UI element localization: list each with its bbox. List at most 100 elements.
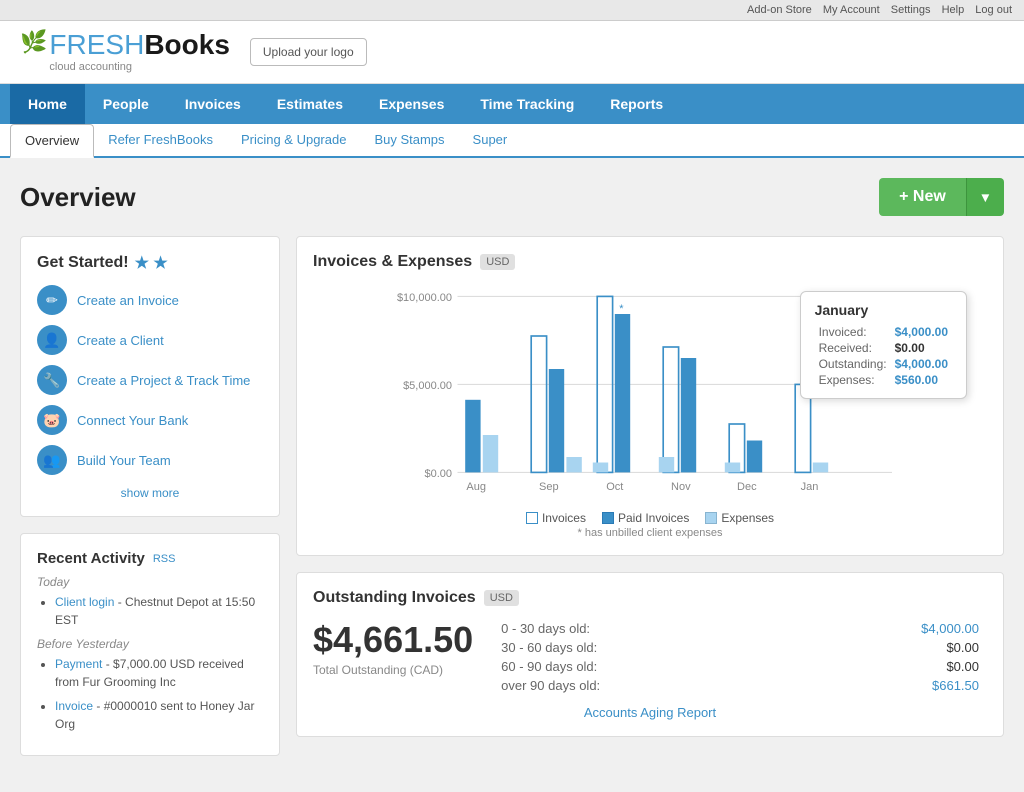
nav-estimates[interactable]: Estimates (259, 84, 361, 124)
breakdown-row-60-90: 60 - 90 days old: $0.00 (493, 657, 987, 676)
today-label: Today (37, 575, 263, 589)
logo: 🌿 FRESHBooks cloud accounting (20, 31, 230, 73)
right-column: Invoices & Expenses USD $10,000.00 $5,00… (296, 236, 1004, 772)
breakdown-label: 30 - 60 days old: (493, 638, 794, 657)
subnav-super[interactable]: Super (459, 124, 522, 156)
content-area: Overview + New ▼ Get Started! ★ ★ ✏ Crea… (0, 158, 1024, 792)
breakdown-row-0-30: 0 - 30 days old: $4,000.00 (493, 619, 987, 638)
new-button[interactable]: + New (879, 178, 966, 216)
nav-invoices[interactable]: Invoices (167, 84, 259, 124)
svg-text:Jan: Jan (801, 481, 819, 493)
svg-text:$5,000.00: $5,000.00 (403, 380, 452, 392)
stars-icon: ★ ★ (135, 253, 168, 273)
activity-item: Payment - $7,000.00 USD received from Fu… (55, 655, 263, 691)
new-dropdown-button[interactable]: ▼ (966, 178, 1004, 216)
subnav-pricing[interactable]: Pricing & Upgrade (227, 124, 361, 156)
paid-invoices-legend-box (602, 512, 614, 524)
breakdown-value-link[interactable]: $4,000.00 (794, 619, 987, 638)
tooltip-invoiced-value: $4,000.00 (891, 324, 952, 340)
logo-subtitle: cloud accounting (49, 61, 229, 73)
activity-item: Invoice - #0000010 sent to Honey Jar Org (55, 697, 263, 733)
recent-activity-heading: Recent Activity RSS (37, 550, 263, 567)
outstanding-invoices-card: Outstanding Invoices USD $4,661.50 Total… (296, 572, 1004, 737)
rss-link[interactable]: RSS (153, 553, 176, 565)
outstanding-total-label: Total Outstanding (CAD) (313, 663, 473, 677)
create-project-link[interactable]: Create a Project & Track Time (77, 373, 250, 388)
bar-chart-area: $10,000.00 $5,000.00 $0.00 (313, 281, 987, 501)
accounts-aging-report-link[interactable]: Accounts Aging Report (313, 705, 987, 720)
nav-home[interactable]: Home (10, 84, 85, 124)
subnav-refer[interactable]: Refer FreshBooks (94, 124, 227, 156)
create-client-link[interactable]: Create a Client (77, 333, 164, 348)
outstanding-amount: $4,661.50 (313, 619, 473, 661)
logo-fresh: FRESH (49, 29, 144, 60)
tooltip-outstanding-label: Outstanding: (815, 356, 891, 372)
before-yesterday-label: Before Yesterday (37, 637, 263, 651)
team-icon: 👥 (37, 445, 67, 475)
upload-logo-button[interactable]: Upload your logo (250, 38, 367, 66)
nav-time-tracking[interactable]: Time Tracking (462, 84, 592, 124)
legend-paid-invoices: Paid Invoices (602, 511, 689, 525)
svg-text:Nov: Nov (671, 481, 691, 493)
logo-books: Books (144, 29, 230, 60)
help-link[interactable]: Help (942, 4, 965, 16)
svg-text:$0.00: $0.00 (424, 468, 452, 480)
nav-reports[interactable]: Reports (592, 84, 681, 124)
invoice-link[interactable]: Invoice (55, 699, 93, 713)
outstanding-layout: $4,661.50 Total Outstanding (CAD) 0 - 30… (313, 619, 987, 695)
header: 🌿 FRESHBooks cloud accounting Upload you… (0, 21, 1024, 84)
tooltip-expenses-label: Expenses: (815, 372, 891, 388)
legend-expenses: Expenses (705, 511, 774, 525)
build-team-link[interactable]: Build Your Team (77, 453, 171, 468)
breakdown-value-link[interactable]: $661.50 (794, 676, 987, 695)
nav-expenses[interactable]: Expenses (361, 84, 462, 124)
expenses-legend-box (705, 512, 717, 524)
breakdown-label: 60 - 90 days old: (493, 657, 794, 676)
connect-bank-link[interactable]: Connect Your Bank (77, 413, 188, 428)
svg-text:Dec: Dec (737, 481, 757, 493)
invoices-legend-box (526, 512, 538, 524)
addon-store-link[interactable]: Add-on Store (747, 4, 812, 16)
outstanding-breakdown: 0 - 30 days old: $4,000.00 30 - 60 days … (493, 619, 987, 695)
logo-wordmark: FRESHBooks (49, 31, 229, 59)
page-title: Overview (20, 182, 136, 213)
breakdown-row-over-90: over 90 days old: $661.50 (493, 676, 987, 695)
logo-leaf-icon: 🌿 (20, 29, 47, 55)
my-account-link[interactable]: My Account (823, 4, 880, 16)
show-more-link[interactable]: show more (121, 486, 180, 500)
get-started-heading: Get Started! ★ ★ (37, 253, 263, 273)
left-column: Get Started! ★ ★ ✏ Create an Invoice 👤 C… (20, 236, 280, 772)
svg-text:Sep: Sep (539, 481, 559, 493)
settings-link[interactable]: Settings (891, 4, 931, 16)
outstanding-total-section: $4,661.50 Total Outstanding (CAD) (313, 619, 473, 677)
tooltip-table: Invoiced: $4,000.00 Received: $0.00 Outs… (815, 324, 952, 388)
breakdown-label: 0 - 30 days old: (493, 619, 794, 638)
outstanding-heading: Outstanding Invoices USD (313, 589, 987, 607)
payment-link[interactable]: Payment (55, 657, 102, 671)
invoice-icon: ✏ (37, 285, 67, 315)
breakdown-value: $0.00 (794, 657, 987, 676)
get-started-card: Get Started! ★ ★ ✏ Create an Invoice 👤 C… (20, 236, 280, 517)
get-started-item: 🐷 Connect Your Bank (37, 405, 263, 435)
chart-card: Invoices & Expenses USD $10,000.00 $5,00… (296, 236, 1004, 556)
create-invoice-link[interactable]: Create an Invoice (77, 293, 179, 308)
client-icon: 👤 (37, 325, 67, 355)
subnav-overview[interactable]: Overview (10, 124, 94, 158)
recent-activity-card: Recent Activity RSS Today Client login -… (20, 533, 280, 756)
svg-text:*: * (619, 303, 624, 315)
client-login-link[interactable]: Client login (55, 595, 114, 609)
subnav-stamps[interactable]: Buy Stamps (360, 124, 458, 156)
show-more-container: show more (37, 485, 263, 500)
nav-people[interactable]: People (85, 84, 167, 124)
tooltip-outstanding-value: $4,000.00 (891, 356, 952, 372)
project-icon: 🔧 (37, 365, 67, 395)
logout-link[interactable]: Log out (975, 4, 1012, 16)
today-activity-list: Client login - Chestnut Depot at 15:50 E… (37, 593, 263, 629)
svg-text:Aug: Aug (466, 481, 486, 493)
outstanding-currency-badge: USD (484, 590, 519, 606)
before-yesterday-activity-list: Payment - $7,000.00 USD received from Fu… (37, 655, 263, 733)
breakdown-row-30-60: 30 - 60 days old: $0.00 (493, 638, 987, 657)
page-header: Overview + New ▼ (20, 178, 1004, 216)
paid-invoices-legend-label: Paid Invoices (618, 511, 689, 525)
get-started-item: 👤 Create a Client (37, 325, 263, 355)
